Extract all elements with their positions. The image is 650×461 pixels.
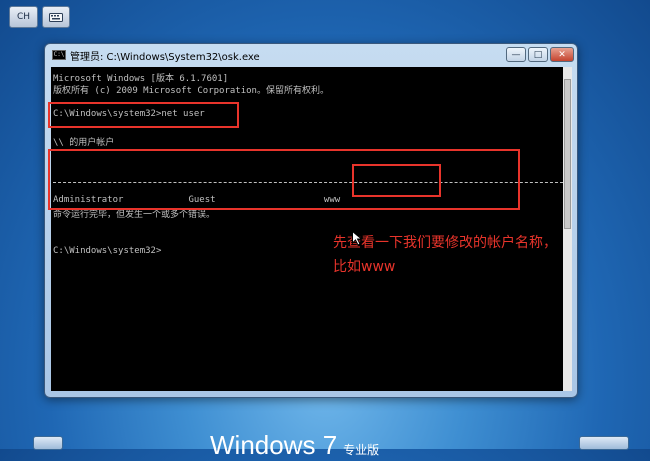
highlight-users-box	[48, 149, 520, 210]
window-title: 管理员: C:\Windows\System32\osk.exe	[70, 52, 260, 63]
cmd-window: C:\ 管理员: C:\Windows\System32\osk.exe — □…	[44, 43, 578, 398]
title-bar[interactable]: C:\ 管理员: C:\Windows\System32\osk.exe — □…	[45, 44, 577, 66]
keyboard-button[interactable]	[42, 6, 70, 28]
annotation-line-1: 先查看一下我们要修改的帐户名称，	[333, 235, 557, 251]
keyboard-icon	[49, 13, 63, 22]
close-button[interactable]: ✕	[550, 47, 574, 62]
windows-logo: Windows 7 专业版	[210, 430, 379, 461]
maximize-button[interactable]: □	[528, 47, 548, 62]
windows-edition: 专业版	[343, 443, 380, 457]
minimize-icon: —	[511, 49, 521, 60]
vertical-scrollbar[interactable]	[563, 67, 572, 391]
maximize-icon: □	[533, 49, 543, 60]
scrollbar-thumb[interactable]	[564, 79, 571, 229]
highlight-www-box	[352, 164, 441, 197]
ease-of-access-button[interactable]	[33, 436, 63, 450]
language-label: CH	[16, 12, 31, 22]
top-toolbar: CH	[0, 0, 650, 34]
windows-logo-text: Windows 7	[210, 430, 338, 460]
console-line: \\ 的用户帐户	[53, 138, 115, 148]
console-line: 版权所有 (c) 2009 Microsoft Corporation。保留所有…	[53, 86, 329, 96]
mouse-pointer-icon	[352, 231, 363, 246]
console-line: C:\Windows\system32>	[53, 246, 162, 256]
cmd-icon-label: C:\	[53, 51, 65, 58]
close-icon: ✕	[558, 49, 566, 60]
annotation-line-2: 比如www	[333, 259, 396, 275]
cmd-icon: C:\	[52, 50, 66, 60]
tutorial-annotation: 先查看一下我们要修改的帐户名称， 比如www	[333, 231, 623, 279]
language-button[interactable]: CH	[9, 6, 38, 28]
power-button[interactable]	[579, 436, 629, 450]
minimize-button[interactable]: —	[506, 47, 526, 62]
highlight-command-box	[48, 102, 239, 128]
